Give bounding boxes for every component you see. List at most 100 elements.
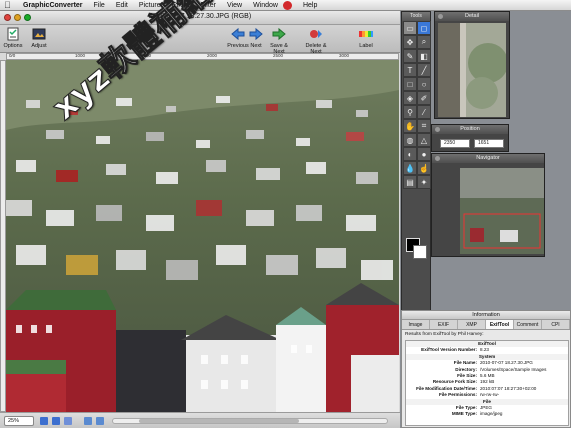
stamp-tool-icon[interactable]: ⚲ [403, 105, 417, 119]
arrow-right-green-icon [272, 27, 286, 41]
close-panel-icon[interactable] [435, 127, 440, 132]
information-title: Information [402, 311, 570, 320]
tools-palette: Tools ▭ ◻ ✥ ⌕ ✎ ◧ T ╱ □ ○ ◈ ✐ ⚲ ⁄ ✋ ⌗ ◍ … [401, 11, 431, 311]
results-header: Results from ExifTool by Phil Harvey: [405, 332, 484, 337]
close-panel-icon[interactable] [438, 14, 443, 19]
menu-extra-icon[interactable] [282, 0, 292, 10]
selection-tool-icon[interactable]: ▭ [403, 21, 417, 35]
rotate-icon[interactable] [96, 417, 104, 425]
close-panel-icon[interactable] [435, 156, 440, 161]
info-tabs: Image EXIF XMP ExifTool Comment CPI [402, 320, 570, 330]
adjust-button[interactable]: Adjust [27, 27, 51, 49]
move-tool-icon[interactable]: ✥ [403, 35, 417, 49]
horizontal-ruler: 0/0 1000 1500 2000 2500 3000 [6, 53, 399, 60]
ruler-tick: 2500 [273, 53, 284, 58]
tab-exif[interactable]: EXIF [430, 320, 458, 329]
options-label: Options [3, 43, 23, 49]
zoom-in-icon[interactable] [52, 417, 60, 425]
text-tool-icon[interactable]: T [403, 63, 417, 77]
ruler-tick: 0/0 [9, 53, 16, 58]
brush-tool-icon[interactable]: ✐ [417, 91, 431, 105]
menu-file[interactable]: File [94, 0, 105, 11]
label-button[interactable]: Label [354, 27, 378, 49]
fit-icon[interactable] [64, 417, 72, 425]
list-item: MIME Type: image/jpeg [406, 411, 568, 417]
save-next-button[interactable]: Save & Next [267, 27, 291, 55]
sharpen-tool-icon[interactable]: △ [417, 133, 431, 147]
rect-tool-icon[interactable]: □ [403, 77, 417, 91]
checklist-icon [7, 27, 19, 41]
tab-comment[interactable]: Comment [514, 320, 542, 329]
smudge-tool-icon[interactable]: ☝ [417, 161, 431, 175]
menu-window[interactable]: Window [253, 0, 278, 11]
menu-bar:  GraphicConverter File Edit Picture Eff… [0, 0, 571, 11]
menu-view[interactable]: View [227, 0, 242, 11]
drop-tool-icon[interactable]: 💧 [403, 161, 417, 175]
background-color-swatch[interactable] [413, 245, 427, 259]
lasso-tool-icon[interactable]: ◻ [417, 21, 431, 35]
menu-help[interactable]: Help [303, 0, 317, 11]
detail-title: Detail [464, 13, 480, 19]
menu-edit[interactable]: Edit [116, 0, 128, 11]
position-panel: Position 2350 1651 [431, 124, 509, 152]
eraser-tool-icon[interactable]: ◧ [417, 49, 431, 63]
next-label: Next [250, 43, 262, 49]
field-value: rw-rw-rw- [480, 392, 500, 398]
detail-view[interactable] [438, 23, 506, 117]
fill-tool-icon[interactable]: ◈ [403, 91, 417, 105]
zoom-tool-icon[interactable]: ⌕ [417, 35, 431, 49]
tools-grid: ▭ ◻ ✥ ⌕ ✎ ◧ T ╱ □ ○ ◈ ✐ ⚲ ⁄ ✋ ⌗ ◍ △ ◐ ● … [402, 21, 431, 189]
arrow-right-icon [249, 27, 263, 41]
hand-tool-icon[interactable]: ✋ [403, 119, 417, 133]
pencil-tool-icon[interactable]: ✎ [403, 49, 417, 63]
arrow-left-icon [231, 27, 245, 41]
apple-menu-icon[interactable]:  [4, 0, 12, 10]
label-colors-icon [359, 31, 373, 37]
zoom-select[interactable]: 25% [4, 416, 34, 426]
position-header: Position [432, 125, 508, 134]
line-tool-icon[interactable]: ╱ [417, 63, 431, 77]
next-button[interactable]: Next [244, 27, 268, 49]
ruler-tick: 2000 [207, 53, 218, 58]
crop-tool-icon[interactable]: ⌗ [417, 119, 431, 133]
detail-header: Detail [435, 12, 509, 21]
field-key: File Permissions: [438, 392, 477, 398]
options-button[interactable]: Options [1, 27, 25, 49]
dodge-tool-icon[interactable]: ◐ [403, 147, 417, 161]
position-y-field[interactable]: 1651 [474, 139, 504, 148]
blur-tool-icon[interactable]: ◍ [403, 133, 417, 147]
navigator-header: Navigator [432, 154, 544, 163]
delete-arrow-icon [310, 30, 322, 38]
page-icon[interactable] [84, 417, 92, 425]
horizontal-scrollbar[interactable] [112, 418, 388, 424]
navigator-view[interactable] [460, 168, 544, 254]
ruler-tick: 3000 [339, 53, 350, 58]
adjust-label: Adjust [31, 43, 47, 49]
field-key: ExifTool Version Number: [421, 347, 477, 353]
wand-tool-icon[interactable]: ✦ [417, 175, 431, 189]
delete-next-button[interactable]: Delete & Next [300, 27, 332, 55]
tab-exiftool[interactable]: ExifTool [486, 320, 514, 329]
gradient-tool-icon[interactable]: ▤ [403, 175, 417, 189]
menu-app-name[interactable]: GraphicConverter [23, 0, 83, 11]
status-bar: 25% [0, 412, 400, 428]
tab-image[interactable]: Image [402, 320, 430, 329]
label-label: Label [359, 43, 373, 49]
eyedropper-tool-icon[interactable]: ⁄ [417, 105, 431, 119]
position-title: Position [460, 126, 480, 132]
exif-list[interactable]: ExifTool ExifTool Version Number: 8.23 Sy… [405, 340, 569, 426]
oval-tool-icon[interactable]: ○ [417, 77, 431, 91]
detail-panel: Detail [434, 11, 510, 119]
zoom-out-icon[interactable] [40, 417, 48, 425]
tools-title: Tools [402, 12, 430, 21]
information-window: Information Image EXIF XMP ExifTool Comm… [401, 310, 571, 428]
detail-image [438, 23, 506, 117]
burn-tool-icon[interactable]: ● [417, 147, 431, 161]
scroll-thumb[interactable] [139, 419, 299, 423]
tab-xmp[interactable]: XMP [458, 320, 486, 329]
field-key: MIME Type: [451, 411, 477, 417]
navigator-thumbnail [460, 168, 544, 254]
adjust-icon [32, 28, 46, 40]
position-x-field[interactable]: 2350 [440, 139, 470, 148]
tab-cpi[interactable]: CPI [542, 320, 570, 329]
